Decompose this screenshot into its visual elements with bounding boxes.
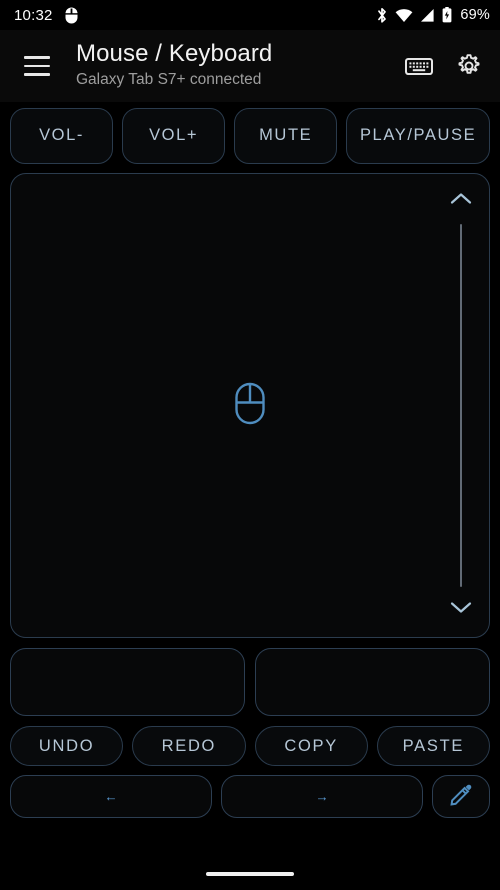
media-controls-row: VOL- VOL+ MUTE PLAY/ PAUSE (0, 102, 500, 164)
keyboard-icon[interactable] (402, 49, 436, 83)
edit-commands-row: UNDO REDO COPY PASTE (0, 716, 500, 766)
mute-button[interactable]: MUTE (234, 108, 338, 164)
app-bar: Mouse / Keyboard Galaxy Tab S7+ connecte… (0, 30, 500, 102)
touchpad-section (0, 164, 500, 638)
status-bar: 10:32 69% (0, 0, 500, 30)
volume-up-button[interactable]: VOL+ (122, 108, 226, 164)
wifi-icon (395, 8, 413, 23)
status-clock: 10:32 (14, 6, 53, 24)
bluetooth-icon (376, 7, 388, 24)
undo-button[interactable]: UNDO (10, 726, 124, 766)
paste-button[interactable]: PASTE (376, 726, 490, 766)
hamburger-bar (24, 73, 50, 76)
touchpad-area[interactable] (10, 173, 490, 638)
mouse-icon (65, 7, 78, 24)
play-pause-label-line2: PAUSE (413, 126, 477, 145)
hamburger-bar (24, 64, 50, 68)
redo-button[interactable]: REDO (132, 726, 246, 766)
status-bar-left: 10:32 (14, 7, 78, 24)
chevron-down-icon[interactable] (450, 601, 472, 619)
status-bar-right: 69% (376, 7, 490, 24)
gesture-home-pill[interactable] (206, 872, 294, 876)
battery-percent-label: 69% (460, 7, 490, 23)
scroll-track[interactable] (460, 224, 462, 587)
app-bar-actions (402, 49, 486, 83)
hamburger-menu-icon[interactable] (16, 45, 58, 87)
volume-down-button[interactable]: VOL- (10, 108, 114, 164)
copy-button[interactable]: COPY (254, 726, 368, 766)
left-click-button[interactable] (10, 648, 245, 716)
navigation-arrows-row: ← → (0, 766, 500, 818)
mouse-icon (235, 382, 265, 429)
cellular-signal-icon (420, 8, 435, 23)
connection-status-label: Galaxy Tab S7+ connected (76, 71, 262, 89)
title-block: Mouse / Keyboard Galaxy Tab S7+ connecte… (76, 41, 396, 90)
play-pause-label-line1: PLAY/ (359, 126, 414, 145)
gear-icon[interactable] (452, 49, 486, 83)
battery-icon (442, 7, 452, 23)
hamburger-bar (24, 56, 50, 59)
right-click-button[interactable] (255, 648, 490, 716)
pencil-icon (449, 783, 473, 810)
mouse-click-buttons-row (0, 638, 500, 716)
play-pause-button[interactable]: PLAY/ PAUSE (346, 108, 491, 164)
touchpad-scroll-strip[interactable] (433, 174, 489, 637)
android-gesture-nav-bar (0, 858, 500, 890)
chevron-up-icon[interactable] (450, 192, 472, 210)
page-title: Mouse / Keyboard (76, 40, 273, 68)
edit-text-button[interactable] (432, 775, 490, 818)
arrow-right-button[interactable]: → (221, 775, 423, 818)
arrow-left-button[interactable]: ← (10, 775, 212, 818)
